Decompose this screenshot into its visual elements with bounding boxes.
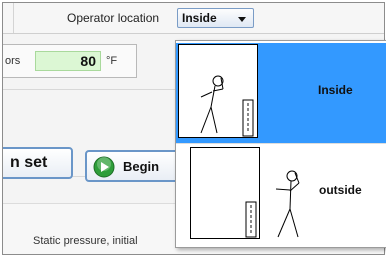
temperature-input[interactable]: 80 <box>35 51 101 71</box>
operator-location-label: Operator location <box>67 11 160 25</box>
play-icon <box>93 156 115 178</box>
set-button-label: n set <box>10 154 48 171</box>
temperature-unit: °F <box>106 55 118 67</box>
begin-button-label: Begin <box>123 159 160 174</box>
temperature-label: ors <box>5 55 21 67</box>
chevron-down-icon <box>238 17 246 22</box>
option-divider <box>176 143 386 144</box>
temperature-group: ors 80 °F <box>3 44 137 78</box>
operator-location-dropdown: Inside outside <box>175 40 386 248</box>
option-label: Inside <box>318 83 353 97</box>
inside-diagram <box>178 44 258 138</box>
operator-row: Operator location Inside <box>3 3 384 34</box>
dropdown-option-outside[interactable]: outside <box>176 145 386 245</box>
operator-location-select[interactable]: Inside <box>177 8 254 28</box>
static-pressure-label: Static pressure, initial <box>33 235 138 247</box>
column-divider <box>13 3 14 33</box>
begin-button[interactable]: Begin <box>85 150 185 182</box>
operator-location-value: Inside <box>182 11 217 25</box>
operator-figure-icon <box>200 75 254 137</box>
option-label: outside <box>319 183 362 197</box>
outside-diagram <box>190 147 260 239</box>
dropdown-option-inside[interactable]: Inside <box>176 43 386 143</box>
operator-figure-icon <box>245 201 257 238</box>
operator-figure-icon <box>275 170 300 238</box>
set-button[interactable]: n set <box>3 147 73 179</box>
